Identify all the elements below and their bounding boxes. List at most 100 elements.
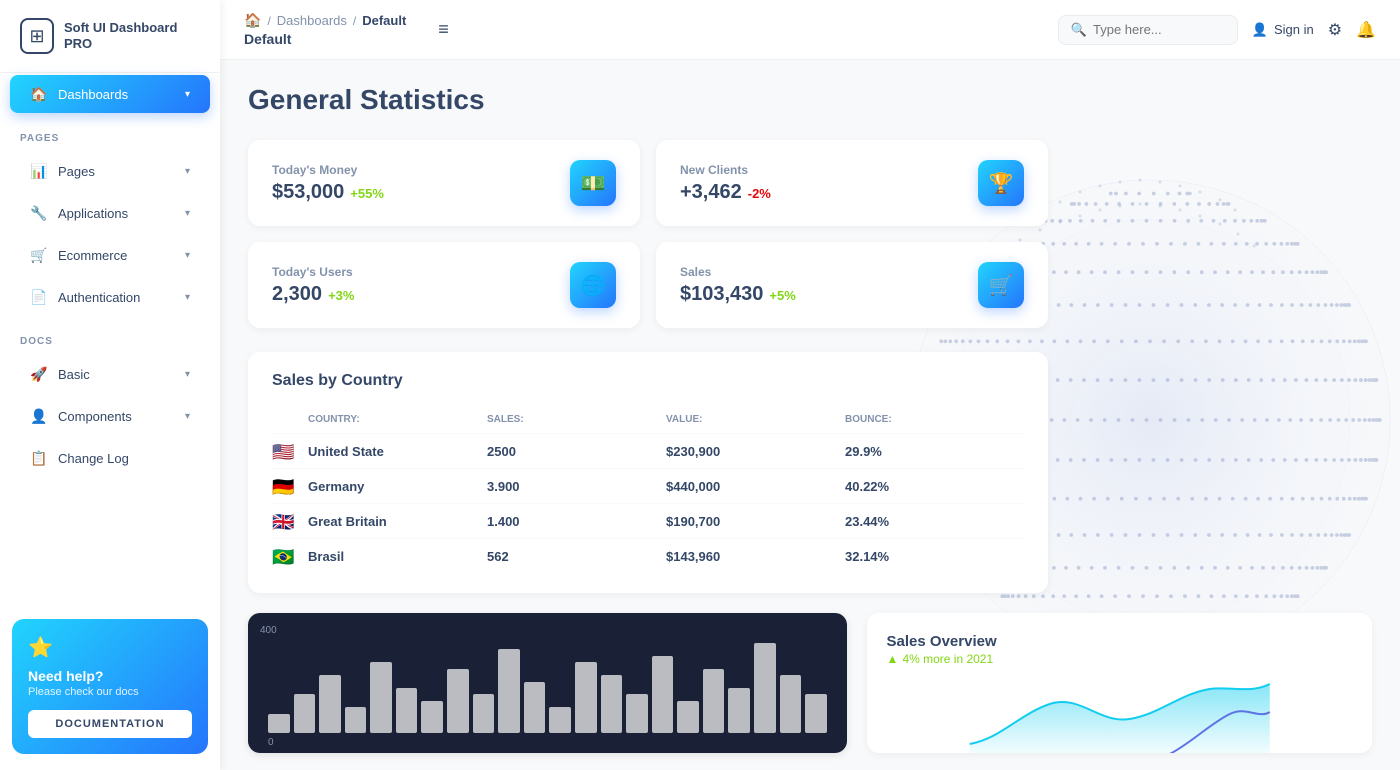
sidebar-help: ⭐ Need help? Please check our docs DOCUM… bbox=[12, 619, 208, 754]
stat-card-clients: New Clients +3,462 -2% 🏆 bbox=[656, 140, 1048, 226]
sidebar-item-ecommerce[interactable]: 🛒 Ecommerce ▾ bbox=[10, 236, 210, 274]
sidebar-logo: ⊞ Soft UI Dashboard PRO bbox=[0, 0, 220, 73]
sidebar-item-pages[interactable]: 📊 Pages ▾ bbox=[10, 152, 210, 190]
chart-bar bbox=[652, 656, 674, 733]
chart-bar bbox=[421, 701, 443, 733]
sidebar-item-dashboards[interactable]: 🏠 Dashboards ▾ bbox=[10, 75, 210, 113]
breadcrumb-sep-1: / bbox=[267, 14, 270, 28]
logo-text: Soft UI Dashboard PRO bbox=[64, 20, 200, 51]
ecommerce-icon: 🛒 bbox=[30, 246, 48, 264]
chart-bars bbox=[268, 633, 827, 733]
sidebar-item-basic[interactable]: 🚀 Basic ▾ bbox=[10, 355, 210, 393]
sidebar-item-label: Applications bbox=[58, 206, 128, 221]
breadcrumb-current: Default bbox=[362, 13, 406, 28]
stat-card-content: Today's Money $53,000 +55% bbox=[272, 163, 384, 204]
country-sales: 562 bbox=[487, 549, 666, 564]
stat-card-money: Today's Money $53,000 +55% 💵 bbox=[248, 140, 640, 226]
sidebar-item-label: Ecommerce bbox=[58, 248, 127, 263]
stat-label: Today's Money bbox=[272, 163, 384, 177]
components-icon: 👤 bbox=[30, 407, 48, 425]
chart-label-0: 0 bbox=[268, 737, 274, 748]
country-row: 🇺🇸 United State 2500 $230,900 29.9% bbox=[272, 434, 1024, 469]
chart-bar bbox=[447, 669, 469, 733]
sidebar-item-label: Change Log bbox=[58, 451, 129, 466]
chart-bar bbox=[754, 643, 776, 733]
changelog-icon: 📋 bbox=[30, 449, 48, 467]
documentation-button[interactable]: DOCUMENTATION bbox=[28, 710, 192, 738]
sidebar-item-label: Authentication bbox=[58, 290, 140, 305]
sidebar-item-label: Pages bbox=[58, 164, 95, 179]
chevron-down-icon: ▾ bbox=[185, 411, 190, 422]
chart-bar bbox=[524, 682, 546, 733]
sidebar-item-authentication[interactable]: 📄 Authentication ▾ bbox=[10, 278, 210, 316]
chart-bar bbox=[626, 694, 648, 733]
page-heading: General Statistics bbox=[248, 84, 1372, 116]
sidebar-item-changelog[interactable]: 📋 Change Log bbox=[10, 439, 210, 477]
country-row: 🇩🇪 Germany 3.900 $440,000 40.22% bbox=[272, 469, 1024, 504]
menu-icon[interactable]: ≡ bbox=[438, 19, 449, 40]
sidebar-item-components[interactable]: 👤 Components ▾ bbox=[10, 397, 210, 435]
overview-title: Sales Overview bbox=[887, 633, 1352, 650]
sales-country-title: Sales by Country bbox=[272, 372, 1024, 390]
stat-icon-clients: 🏆 bbox=[978, 160, 1024, 206]
chart-bar bbox=[370, 662, 392, 733]
overview-header: Sales Overview ▲ 4% more in 2021 bbox=[887, 633, 1352, 666]
stat-value: +3,462 bbox=[680, 181, 742, 204]
chart-bar bbox=[703, 669, 725, 733]
header: 🏠 / Dashboards / Default Default ≡ 🔍 👤 S… bbox=[220, 0, 1400, 60]
pages-section-label: PAGES bbox=[0, 115, 220, 150]
flag-us: 🇺🇸 bbox=[272, 442, 296, 460]
country-bounce: 29.9% bbox=[845, 444, 1024, 459]
chart-y-400: 400 bbox=[260, 625, 277, 636]
sidebar-item-applications[interactable]: 🔧 Applications ▾ bbox=[10, 194, 210, 232]
chevron-down-icon: ▾ bbox=[185, 292, 190, 303]
flag-br: 🇧🇷 bbox=[272, 547, 296, 565]
overview-chart bbox=[887, 674, 1352, 753]
home-icon[interactable]: 🏠 bbox=[244, 12, 261, 29]
country-row: 🇧🇷 Brasil 562 $143,960 32.14% bbox=[272, 539, 1024, 573]
main-area: 🏠 / Dashboards / Default Default ≡ 🔍 👤 S… bbox=[220, 0, 1400, 770]
country-name: United State bbox=[308, 444, 487, 459]
stat-card-content: Sales $103,430 +5% bbox=[680, 265, 796, 306]
logo-icon: ⊞ bbox=[20, 18, 54, 54]
applications-icon: 🔧 bbox=[30, 204, 48, 222]
content-inner: General Statistics Today's Money $53,000… bbox=[248, 84, 1372, 753]
header-right: 🔍 👤 Sign in ⚙ 🔔 bbox=[1058, 15, 1376, 45]
sidebar: ⊞ Soft UI Dashboard PRO 🏠 Dashboards ▾ P… bbox=[0, 0, 220, 770]
chart-bar bbox=[268, 714, 290, 733]
authentication-icon: 📄 bbox=[30, 288, 48, 306]
notification-icon[interactable]: 🔔 bbox=[1356, 20, 1376, 40]
search-input[interactable] bbox=[1093, 22, 1225, 37]
chevron-down-icon: ▾ bbox=[185, 89, 190, 100]
stat-card-content: Today's Users 2,300 +3% bbox=[272, 265, 354, 306]
breadcrumb-dashboards[interactable]: Dashboards bbox=[277, 13, 347, 28]
chevron-down-icon: ▾ bbox=[185, 166, 190, 177]
header-actions: 👤 Sign in ⚙ 🔔 bbox=[1252, 20, 1376, 40]
col-header-bounce: Bounce: bbox=[845, 414, 1024, 425]
dashboards-icon: 🏠 bbox=[30, 85, 48, 103]
col-header-country: Country: bbox=[308, 414, 487, 425]
stat-value: 2,300 bbox=[272, 283, 322, 306]
chart-bar bbox=[294, 694, 316, 733]
page-title: Default bbox=[244, 31, 406, 47]
signin-button[interactable]: 👤 Sign in bbox=[1252, 22, 1314, 38]
chevron-down-icon: ▾ bbox=[185, 208, 190, 219]
country-value: $440,000 bbox=[666, 479, 845, 494]
country-bounce: 40.22% bbox=[845, 479, 1024, 494]
basic-icon: 🚀 bbox=[30, 365, 48, 383]
stat-change: +3% bbox=[328, 288, 354, 303]
country-sales: 1.400 bbox=[487, 514, 666, 529]
stat-change: +55% bbox=[350, 186, 384, 201]
flag-de: 🇩🇪 bbox=[272, 477, 296, 495]
sales-overview-card: Sales Overview ▲ 4% more in 2021 bbox=[867, 613, 1372, 753]
chart-bar bbox=[728, 688, 750, 733]
pages-icon: 📊 bbox=[30, 162, 48, 180]
bottom-row: 400 0 Sales Overview ▲ 4% more in 202 bbox=[248, 613, 1372, 753]
settings-icon[interactable]: ⚙ bbox=[1328, 20, 1342, 40]
chart-bar bbox=[805, 694, 827, 733]
country-name: Great Britain bbox=[308, 514, 487, 529]
breadcrumb: 🏠 / Dashboards / Default bbox=[244, 12, 406, 29]
stat-icon-money: 💵 bbox=[570, 160, 616, 206]
breadcrumb-sep-2: / bbox=[353, 14, 356, 28]
country-name: Germany bbox=[308, 479, 487, 494]
